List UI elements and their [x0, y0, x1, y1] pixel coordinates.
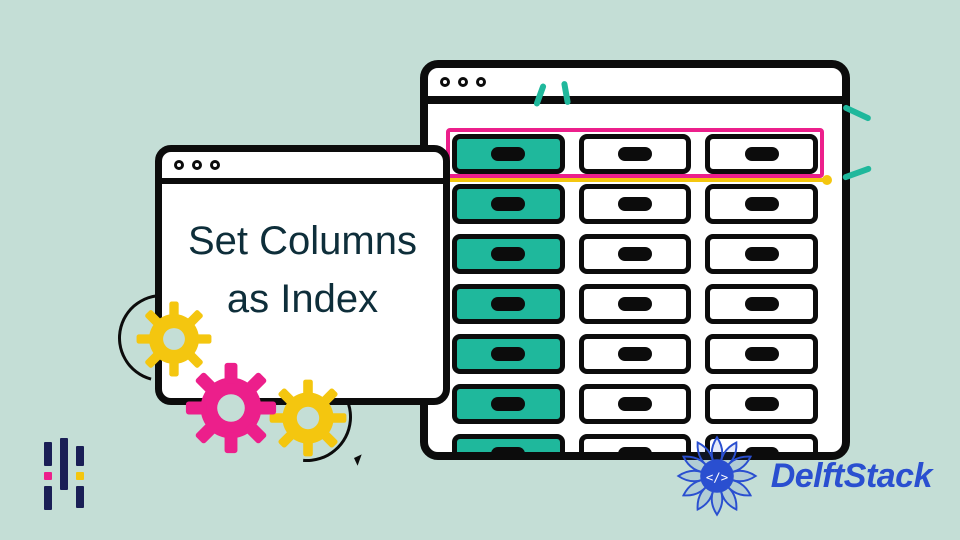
data-cell — [579, 384, 692, 424]
gear-icon — [268, 378, 348, 458]
cell-pill — [491, 247, 525, 261]
data-cell — [705, 284, 818, 324]
cell-pill — [745, 247, 779, 261]
cell-pill — [491, 447, 525, 460]
data-cell — [705, 234, 818, 274]
traffic-light-dot — [458, 77, 468, 87]
cell-pill — [745, 347, 779, 361]
data-cell — [705, 384, 818, 424]
traffic-light-dot — [192, 160, 202, 170]
pandas-logo-icon — [38, 438, 96, 516]
data-cell — [579, 184, 692, 224]
index-cell — [452, 384, 565, 424]
traffic-light-dot — [476, 77, 486, 87]
cell-pill — [745, 397, 779, 411]
title-bar-front — [162, 152, 443, 184]
cell-pill — [491, 147, 525, 161]
cell-pill — [618, 297, 652, 311]
data-cell — [705, 334, 818, 374]
mandala-icon: </> — [673, 432, 761, 520]
delftstack-logo: </> DelftStack — [673, 432, 932, 520]
traffic-light-dot — [440, 77, 450, 87]
data-grid — [452, 134, 818, 460]
traffic-light-dot — [210, 160, 220, 170]
gear-icon — [185, 362, 277, 454]
index-cell — [452, 134, 565, 174]
index-cell — [452, 434, 565, 460]
data-cell — [579, 134, 692, 174]
table-window — [420, 60, 850, 460]
data-cell — [579, 334, 692, 374]
traffic-light-dot — [174, 160, 184, 170]
index-cell — [452, 334, 565, 374]
data-cell — [705, 184, 818, 224]
delftstack-text: DelftStack — [771, 457, 932, 496]
cell-pill — [618, 447, 652, 460]
index-cell — [452, 234, 565, 274]
caption-line-1: Set Columns — [180, 212, 425, 270]
cell-pill — [491, 347, 525, 361]
cell-pill — [618, 147, 652, 161]
table-area — [428, 104, 842, 460]
cell-pill — [618, 397, 652, 411]
code-badge: </> — [706, 470, 728, 484]
cell-pill — [745, 197, 779, 211]
index-cell — [452, 184, 565, 224]
cell-pill — [618, 247, 652, 261]
data-cell — [579, 284, 692, 324]
data-cell — [579, 234, 692, 274]
title-bar-back — [428, 68, 842, 104]
cell-pill — [745, 147, 779, 161]
cell-pill — [491, 197, 525, 211]
cell-pill — [491, 397, 525, 411]
cell-pill — [618, 197, 652, 211]
data-cell — [705, 134, 818, 174]
cell-pill — [618, 347, 652, 361]
index-cell — [452, 284, 565, 324]
arrowhead-icon — [346, 450, 361, 465]
caption-line-2: as Index — [180, 270, 425, 328]
cell-pill — [491, 297, 525, 311]
cell-pill — [745, 297, 779, 311]
